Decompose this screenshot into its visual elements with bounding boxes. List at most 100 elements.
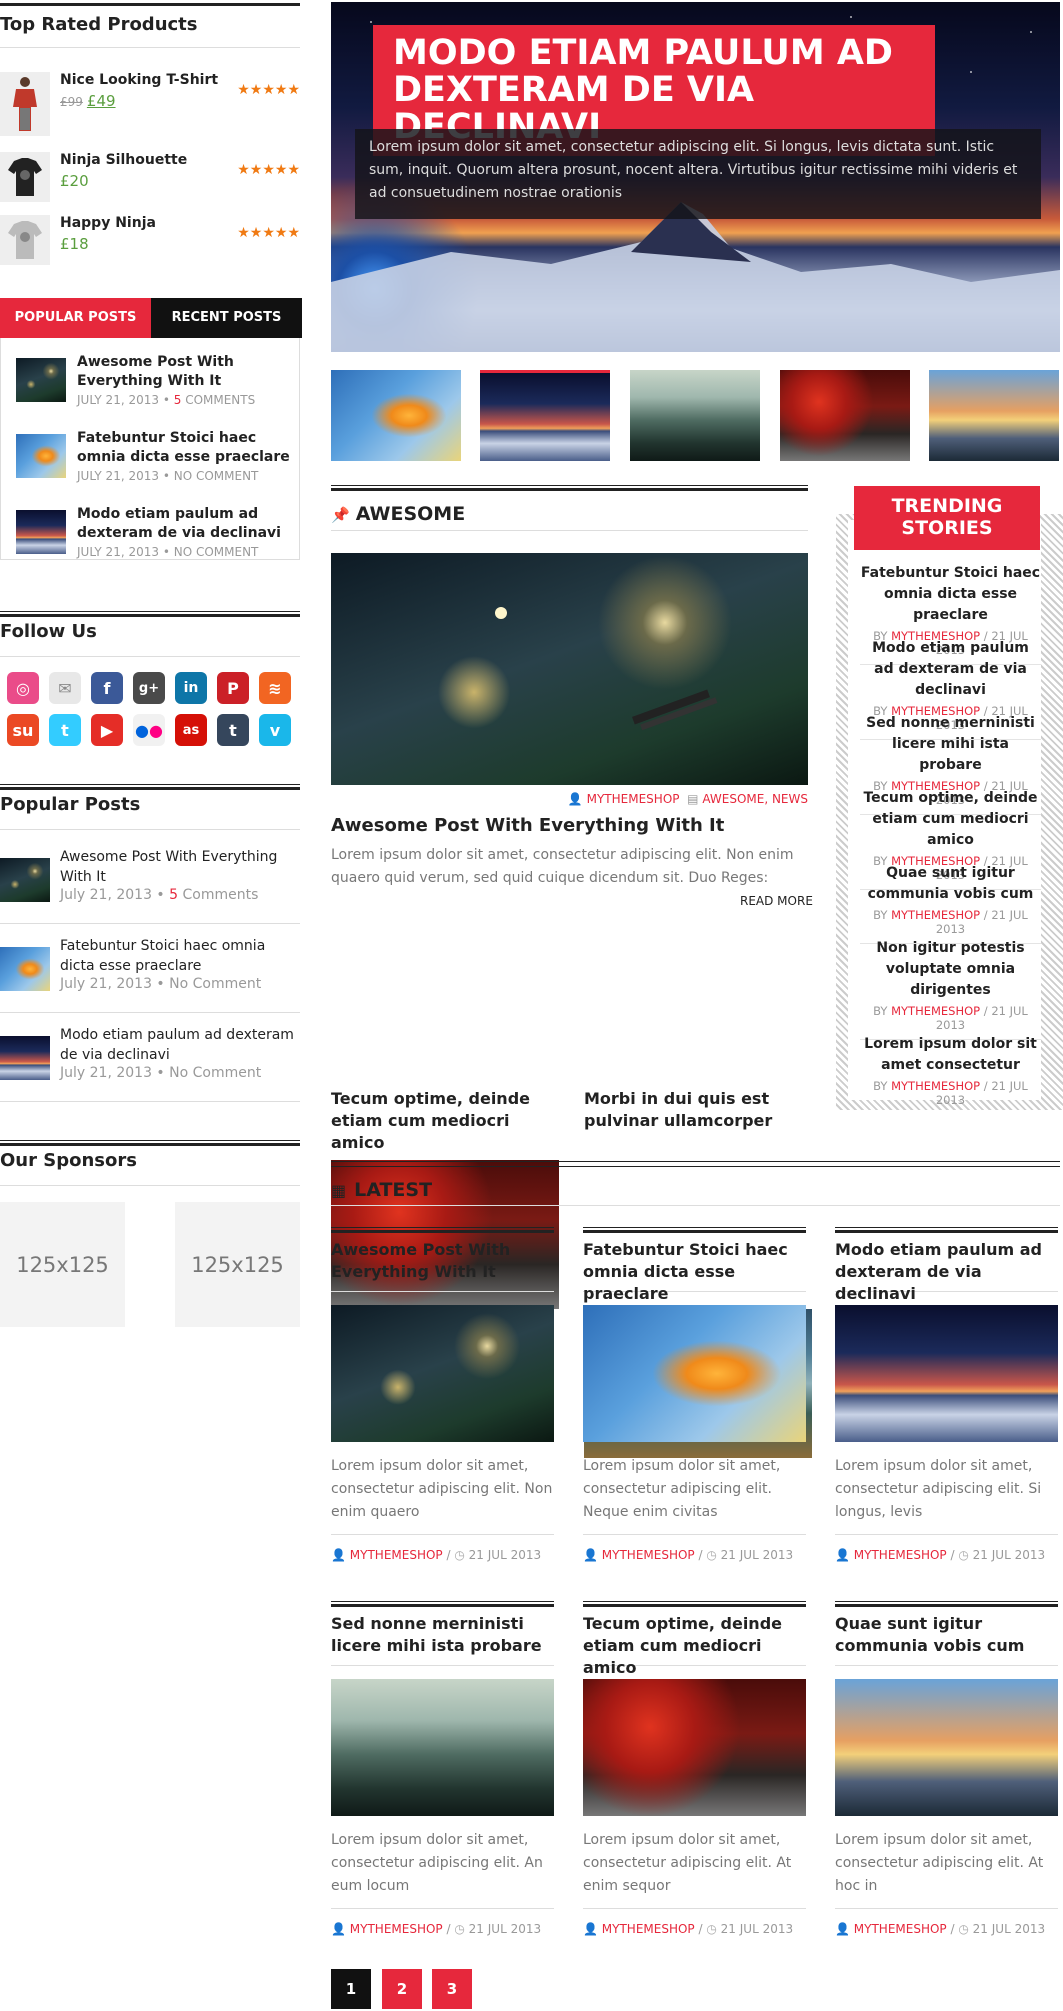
post-thumbnail[interactable]: [835, 1679, 1058, 1816]
author-link[interactable]: MYTHEMESHOP: [587, 792, 680, 806]
post-thumbnail[interactable]: [331, 1305, 554, 1442]
category-links[interactable]: AWESOME, NEWS: [702, 792, 808, 806]
trending-title[interactable]: Non igitur potestis voluptate omnia diri…: [876, 940, 1024, 998]
post-thumbnail[interactable]: [583, 1679, 806, 1816]
sponsor-ad[interactable]: 125x125: [0, 1202, 125, 1327]
post-thumbnail[interactable]: [835, 1305, 1058, 1442]
page-1-button[interactable]: 1: [331, 1969, 371, 2009]
facebook-icon[interactable]: f: [91, 672, 123, 704]
post-title[interactable]: Modo etiam paulum ad dexteram de via dec…: [60, 1025, 300, 1065]
trending-item[interactable]: Quae sunt igitur communia vobis cum BY M…: [860, 863, 1041, 944]
post-thumbnail[interactable]: [0, 858, 50, 902]
page-2-button[interactable]: 2: [382, 1969, 422, 2009]
latest-post-card[interactable]: Fatebuntur Stoici haec omnia dicta esse …: [583, 1227, 806, 1562]
tab-recent-posts[interactable]: RECENT POSTS: [151, 298, 302, 338]
slider-thumbnail[interactable]: [331, 370, 461, 461]
post-title[interactable]: Sed nonne merninisti licere mihi ista pr…: [331, 1607, 554, 1665]
product-name[interactable]: Nice Looking T-Shirt: [60, 72, 218, 88]
product-item[interactable]: Nice Looking T-Shirt £99 £49 ★★★★★: [0, 72, 300, 136]
tab-post-item[interactable]: Fatebuntur Stoici haec omnia dicta esse …: [16, 429, 296, 499]
trending-title[interactable]: Modo etiam paulum ad dexteram de via dec…: [872, 640, 1029, 698]
post-title[interactable]: Modo etiam paulum ad dexteram de via dec…: [835, 1233, 1058, 1303]
author-link[interactable]: MYTHEMESHOP: [854, 1922, 947, 1936]
tab-popular-posts[interactable]: POPULAR POSTS: [0, 298, 151, 338]
divider: [331, 1205, 1060, 1206]
trending-item[interactable]: Lorem ipsum dolor sit amet consectetur B…: [860, 1034, 1041, 1114]
product-name[interactable]: Happy Ninja: [60, 215, 156, 231]
youtube-icon[interactable]: ▶: [91, 714, 123, 746]
read-more-link[interactable]: READ MORE: [740, 894, 813, 908]
tab-post-item[interactable]: Awesome Post With Everything With It JUL…: [16, 353, 296, 423]
featured-post-title[interactable]: Awesome Post With Everything With It: [331, 815, 724, 836]
author-link[interactable]: MYTHEMESHOP: [854, 1548, 947, 1562]
post-thumbnail[interactable]: [16, 510, 66, 554]
latest-post-card[interactable]: Sed nonne merninisti licere mihi ista pr…: [331, 1601, 554, 1936]
latest-post-card[interactable]: Quae sunt igitur communia vobis cum Lore…: [835, 1601, 1058, 1936]
page-3-button[interactable]: 3: [432, 1969, 472, 2009]
slider-thumbnail-active[interactable]: [480, 370, 610, 461]
post-thumbnail[interactable]: [0, 1036, 50, 1080]
trending-item[interactable]: Non igitur potestis voluptate omnia diri…: [860, 938, 1041, 1040]
trending-title[interactable]: Tecum optime, deinde etiam cum mediocri …: [863, 790, 1037, 848]
post-thumbnail[interactable]: [16, 434, 66, 478]
post-title[interactable]: Awesome Post With Everything With It: [331, 1233, 554, 1291]
post-title[interactable]: Fatebuntur Stoici haec omnia dicta esse …: [583, 1233, 806, 1303]
trending-title[interactable]: Lorem ipsum dolor sit amet consectetur: [864, 1036, 1037, 1073]
author-link[interactable]: MYTHEMESHOP: [350, 1922, 443, 1936]
product-thumbnail[interactable]: [0, 72, 50, 136]
sponsor-ad[interactable]: 125x125: [175, 1202, 300, 1327]
divider: [331, 1291, 554, 1292]
product-thumbnail[interactable]: [0, 215, 50, 265]
vimeo-icon[interactable]: v: [259, 714, 291, 746]
latest-post-card[interactable]: Tecum optime, deinde etiam cum mediocri …: [583, 1601, 806, 1936]
post-title[interactable]: Awesome Post With Everything With It: [77, 353, 297, 391]
author-link[interactable]: MYTHEMESHOP: [602, 1922, 695, 1936]
latest-post-card[interactable]: Modo etiam paulum ad dexteram de via dec…: [835, 1227, 1058, 1562]
slider-thumbnail[interactable]: [630, 370, 760, 461]
post-title[interactable]: Morbi in dui quis est pulvinar ullamcorp…: [584, 1088, 812, 1132]
author-link[interactable]: MYTHEMESHOP: [602, 1548, 695, 1562]
dribbble-icon[interactable]: ◎: [7, 672, 39, 704]
post-meta: July 21, 2013 • 5 Comments: [60, 887, 259, 903]
post-title[interactable]: Fatebuntur Stoici haec omnia dicta esse …: [60, 936, 300, 976]
google-plus-icon[interactable]: g+: [133, 672, 165, 704]
product-thumbnail[interactable]: [0, 152, 50, 202]
post-thumbnail[interactable]: [331, 1679, 554, 1816]
lastfm-icon[interactable]: as: [175, 714, 207, 746]
comment-count[interactable]: 5: [169, 887, 178, 903]
author-link[interactable]: MYTHEMESHOP: [350, 1548, 443, 1562]
hero-slide[interactable]: MODO ETIAM PAULUM AD DEXTERAM DE VIA DEC…: [331, 2, 1060, 352]
comment-count[interactable]: 5: [174, 393, 182, 407]
linkedin-icon[interactable]: in: [175, 672, 207, 704]
post-title[interactable]: Fatebuntur Stoici haec omnia dicta esse …: [77, 429, 297, 467]
author-link[interactable]: MYTHEMESHOP: [891, 1079, 980, 1093]
tumblr-icon[interactable]: t: [217, 714, 249, 746]
pinterest-icon[interactable]: P: [217, 672, 249, 704]
trending-title[interactable]: Sed nonne merninisti licere mihi ista pr…: [866, 715, 1035, 773]
stumbleupon-icon[interactable]: su: [7, 714, 39, 746]
author-link[interactable]: MYTHEMESHOP: [891, 1004, 980, 1018]
post-title[interactable]: Quae sunt igitur communia vobis cum: [835, 1607, 1058, 1665]
post-thumbnail[interactable]: [16, 358, 66, 402]
post-thumbnail[interactable]: [0, 947, 50, 991]
post-title[interactable]: Awesome Post With Everything With It: [60, 847, 300, 887]
rss-icon[interactable]: ≋: [259, 672, 291, 704]
featured-post-image[interactable]: [331, 553, 808, 785]
post-title[interactable]: Tecum optime, deinde etiam cum mediocri …: [583, 1607, 806, 1677]
slider-thumbnail[interactable]: [780, 370, 910, 461]
product-name[interactable]: Ninja Silhouette: [60, 152, 187, 168]
email-icon[interactable]: ✉: [49, 672, 81, 704]
product-item[interactable]: Happy Ninja £18 ★★★★★: [0, 215, 300, 275]
twitter-icon[interactable]: t: [49, 714, 81, 746]
trending-title[interactable]: Quae sunt igitur communia vobis cum: [868, 865, 1034, 902]
trending-title[interactable]: Fatebuntur Stoici haec omnia dicta esse …: [861, 565, 1040, 623]
post-thumbnail[interactable]: [583, 1305, 806, 1442]
slider-thumbnail[interactable]: [929, 370, 1059, 461]
latest-post-card[interactable]: Awesome Post With Everything With It Lor…: [331, 1227, 554, 1562]
post-title[interactable]: Tecum optime, deinde etiam cum mediocri …: [331, 1088, 559, 1154]
post-title[interactable]: Modo etiam paulum ad dexteram de via dec…: [77, 505, 297, 543]
tab-post-item[interactable]: Modo etiam paulum ad dexteram de via dec…: [16, 505, 296, 575]
author-link[interactable]: MYTHEMESHOP: [891, 908, 980, 922]
product-item[interactable]: Ninja Silhouette £20 ★★★★★: [0, 152, 300, 212]
flickr-icon[interactable]: ● ●: [133, 714, 165, 746]
